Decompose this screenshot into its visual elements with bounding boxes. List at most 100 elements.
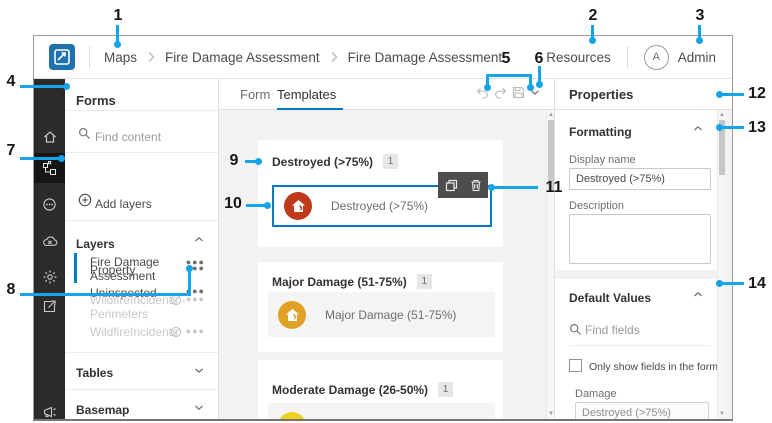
callout-10: 10: [220, 195, 246, 213]
destroyed-template-icon: [284, 192, 312, 220]
redo-icon[interactable]: [494, 87, 507, 99]
callout-9-dot: [255, 158, 262, 165]
header-divider: [627, 46, 628, 68]
app-body: » Forms Find content Add layers Layers: [34, 79, 732, 419]
chevron-right-icon: [147, 51, 155, 63]
callout-10-line: [246, 204, 266, 207]
breadcrumb-map-name[interactable]: Fire Damage Assessment: [165, 50, 320, 65]
scroll-down-icon[interactable]: ▼: [718, 411, 726, 417]
callout-13-dot: [716, 124, 723, 131]
default-values-section-header[interactable]: Default Values: [569, 291, 651, 305]
duplicate-icon[interactable]: [445, 179, 458, 192]
header-divider: [89, 46, 90, 68]
template-item[interactable]: Major Damage (51-75%): [268, 292, 495, 337]
callout-3-dot: [696, 37, 703, 44]
callout-2-dot: [589, 37, 596, 44]
callout-13: 13: [744, 119, 770, 137]
default-values-section: Default Values Find fields Only show fie…: [555, 279, 725, 421]
template-group-label: Moderate Damage (26-50%): [272, 383, 428, 397]
template-group-label: Destroyed (>75%): [272, 155, 373, 169]
major-damage-template-icon: [278, 301, 306, 329]
callout-9: 9: [221, 152, 247, 170]
properties-scrollbar[interactable]: ▲ ▼: [717, 110, 725, 419]
account-menu[interactable]: Admin: [678, 50, 716, 65]
formatting-section-header[interactable]: Formatting: [569, 125, 632, 139]
display-name-input[interactable]: [569, 168, 711, 190]
home-icon[interactable]: [34, 122, 65, 152]
field-maps-logo-icon[interactable]: [49, 44, 75, 70]
callout-8-line-v: [188, 270, 191, 296]
template-hover-toolbar: [438, 172, 488, 198]
template-group: Major Damage (51-75%) 1 Major Damage (51…: [258, 262, 503, 352]
chevron-up-icon[interactable]: [693, 125, 703, 132]
smart-forms-icon[interactable]: [34, 189, 65, 219]
chevron-down-icon[interactable]: [194, 404, 204, 411]
description-input[interactable]: [569, 214, 711, 264]
announcement-icon[interactable]: [34, 397, 65, 421]
chevron-up-icon[interactable]: [693, 291, 703, 298]
callout-2: 2: [580, 7, 606, 25]
template-group-header: Moderate Damage (26-50%) 1: [272, 382, 453, 397]
only-show-fields-checkbox[interactable]: [569, 359, 582, 372]
callout-4-line: [20, 85, 65, 88]
divider: [65, 152, 218, 153]
template-item-label: Moderate Damage (26-50%): [325, 419, 477, 420]
display-name-label: Display name: [569, 154, 636, 166]
divider: [65, 220, 218, 221]
damage-field-value[interactable]: [575, 402, 709, 421]
template-count-badge: 1: [417, 274, 432, 289]
forms-panel-title: Forms: [76, 93, 116, 108]
find-fields-search[interactable]: Find fields: [585, 323, 640, 337]
moderate-damage-template-icon: [278, 412, 306, 420]
chevron-up-icon[interactable]: [194, 236, 204, 243]
tab-templates[interactable]: Templates: [277, 87, 336, 102]
resources-link[interactable]: Resources: [546, 50, 611, 65]
callout-4-dot: [63, 83, 70, 90]
template-group-label: Major Damage (51-75%): [272, 275, 407, 289]
offline-icon[interactable]: [34, 226, 65, 256]
callout-6-dot: [536, 81, 543, 88]
delete-trash-icon[interactable]: [470, 179, 482, 192]
add-layers-label: Add layers: [95, 197, 152, 211]
chevron-down-icon[interactable]: [194, 367, 204, 374]
callout-14: 14: [744, 275, 770, 293]
template-group: Moderate Damage (26-50%) 1 Moderate Dama…: [258, 360, 503, 419]
callout-8: 8: [0, 281, 24, 299]
navigation-rail: »: [34, 79, 65, 419]
only-show-fields-label: Only show fields in the form: [589, 361, 718, 373]
callout-11-dot: [488, 184, 495, 191]
avatar[interactable]: A: [644, 45, 669, 70]
settings-gear-icon[interactable]: [34, 262, 65, 292]
tab-form[interactable]: Form: [240, 87, 270, 102]
callout-10-dot: [264, 202, 271, 209]
chevron-right-icon: [330, 51, 338, 63]
save-icon[interactable]: [512, 86, 525, 99]
callout-8-line-h: [20, 293, 190, 296]
callout-4: 4: [0, 73, 24, 91]
callout-1: 1: [105, 7, 131, 25]
callout-6-line: [538, 66, 541, 82]
basemap-section-header[interactable]: Basemap: [76, 403, 129, 417]
layers-section-header[interactable]: Layers: [76, 237, 115, 251]
scroll-up-icon[interactable]: ▲: [718, 112, 726, 118]
selected-layer-indicator: [74, 253, 77, 283]
breadcrumb: Maps Fire Damage Assessment Fire Damage …: [104, 50, 502, 65]
top-header: Maps Fire Damage Assessment Fire Damage …: [34, 36, 732, 79]
divider: [65, 352, 218, 353]
callout-3: 3: [687, 7, 713, 25]
callout-11: 11: [541, 179, 567, 197]
breadcrumb-maps[interactable]: Maps: [104, 50, 137, 65]
breadcrumb-form-name: Fire Damage Assessment: [348, 50, 503, 65]
not-visible-icon: [170, 326, 182, 338]
template-item[interactable]: Moderate Damage (26-50%): [268, 403, 495, 419]
properties-header: Properties: [555, 79, 733, 110]
template-item-label: Major Damage (51-75%): [325, 308, 456, 322]
template-item-label: Destroyed (>75%): [331, 199, 428, 213]
template-group: Destroyed (>75%) 1: [258, 140, 503, 247]
layer-item-selected[interactable]: Fire Damage Assessment: [90, 255, 186, 283]
layer-options-icon[interactable]: ●●●: [186, 326, 205, 336]
templates-scrollbar[interactable]: ▲ ▼: [546, 110, 554, 419]
tables-section-header[interactable]: Tables: [76, 366, 113, 380]
template-count-badge: 1: [438, 382, 453, 397]
formatting-section: Formatting Display name Description: [555, 110, 725, 270]
